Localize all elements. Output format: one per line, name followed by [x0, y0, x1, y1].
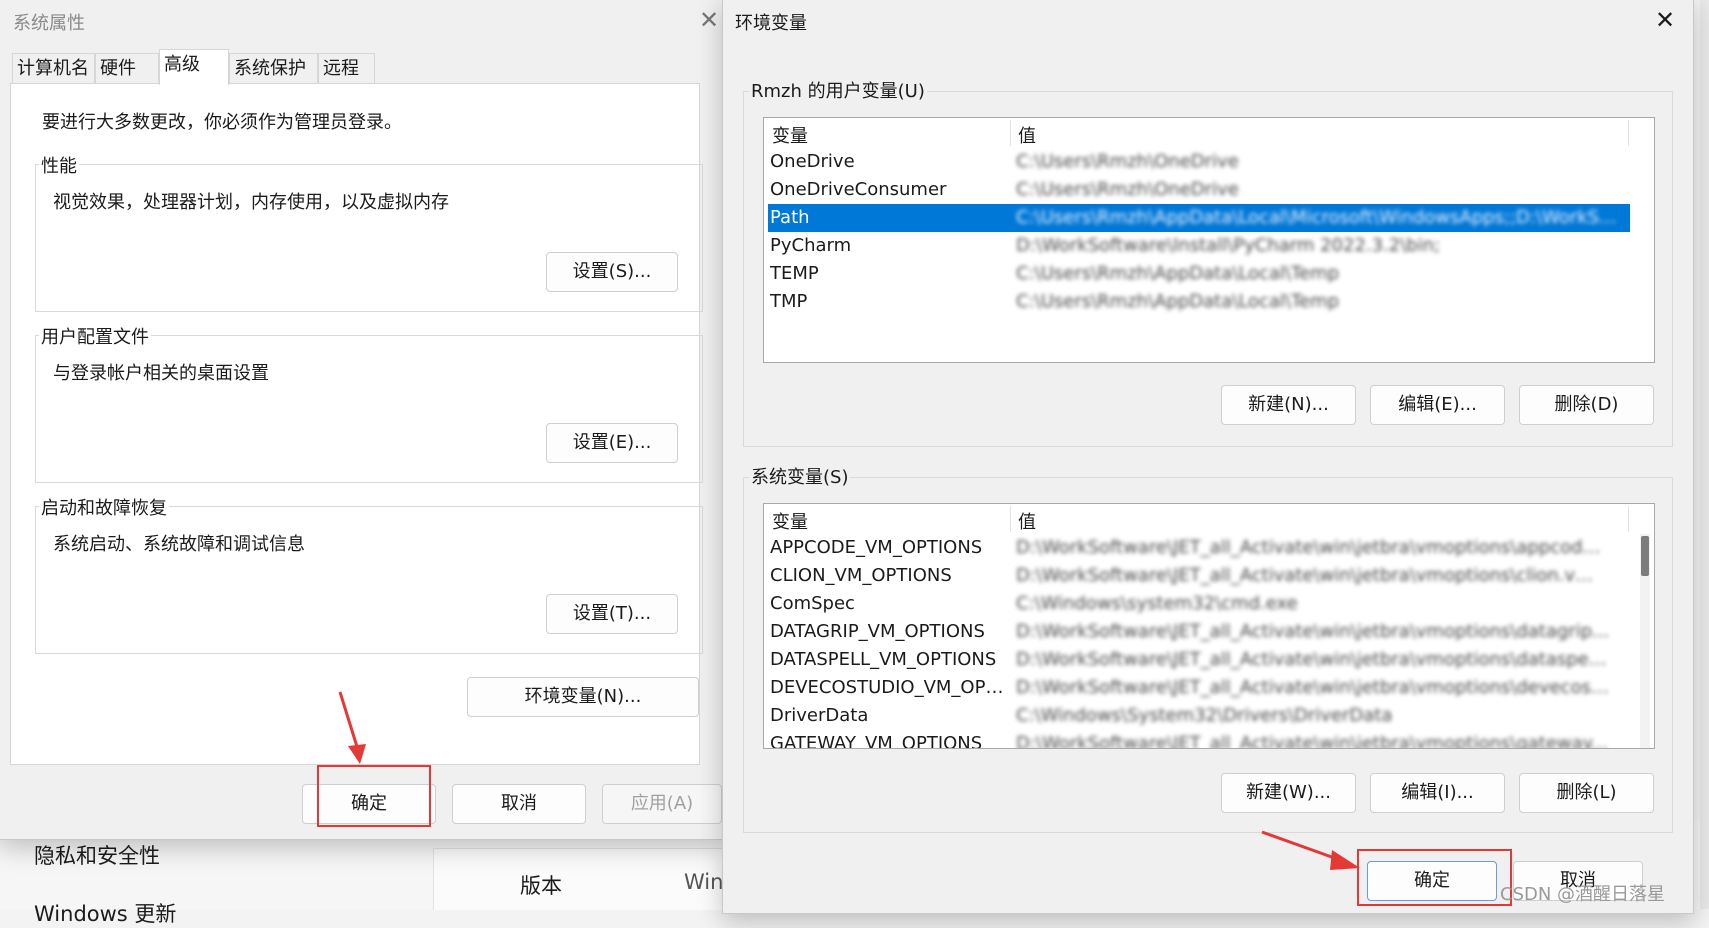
variable-value: C:\Users\Rmzh\AppData\Local\Temp [1016, 291, 1340, 312]
startup-recovery-settings-button[interactable]: 设置(T)... [546, 594, 678, 634]
advanced-tab-page: 要进行大多数更改，你必须作为管理员登录。 性能 视觉效果，处理器计划，内存使用，… [10, 83, 703, 765]
table-row[interactable]: DATASPELL_VM_OPTIONS D:\WorkSoftware\JET… [768, 646, 1630, 674]
system-edit-button[interactable]: 编辑(I)... [1370, 773, 1505, 813]
user-profiles-label: 用户配置文件 [39, 323, 151, 349]
window-title: 环境变量 [735, 13, 807, 34]
table-row[interactable]: OneDriveConsumer C:\Users\Rmzh\OneDrive [768, 176, 1630, 204]
variable-value: D:\WorkSoftware\JET_all_Activate\win\jet… [1016, 565, 1610, 586]
tab-remote[interactable]: 远程 [318, 53, 375, 83]
variable-value: D:\WorkSoftware\JET_all_Activate\win\jet… [1016, 649, 1610, 670]
ok-button-highlight [317, 765, 431, 827]
table-row[interactable]: ComSpec C:\Windows\system32\cmd.exe [768, 590, 1630, 618]
settings-item-windows-update[interactable]: Windows 更新 [34, 898, 176, 928]
table-row[interactable]: DriverData C:\Windows\System32\Drivers\D… [768, 702, 1630, 730]
user-profiles-description: 与登录帐户相关的桌面设置 [53, 363, 269, 384]
tab-computer-name[interactable]: 计算机名 [12, 53, 95, 83]
window-title: 系统属性 [13, 13, 85, 34]
variable-name: OneDriveConsumer [770, 179, 947, 200]
user-variables-list[interactable]: 变量 值 OneDrive C:\Users\Rmzh\OneDrive One… [763, 117, 1655, 363]
variable-name: DATAGRIP_VM_OPTIONS [770, 621, 985, 642]
table-row[interactable]: TEMP C:\Users\Rmzh\AppData\Local\Temp [768, 260, 1630, 288]
tab-advanced[interactable]: 高级 [159, 49, 229, 85]
variable-value: D:\WorkSoftware\JET_all_Activate\win\jet… [1016, 621, 1610, 642]
variable-value: C:\Windows\System32\Drivers\DriverData [1016, 705, 1393, 726]
variable-value: C:\Users\Rmzh\OneDrive [1016, 151, 1239, 172]
variable-name: Path [770, 207, 810, 228]
table-row[interactable]: DEVECOSTUDIO_VM_OPTIO... D:\WorkSoftware… [768, 674, 1630, 702]
system-new-button[interactable]: 新建(W)... [1221, 773, 1356, 813]
settings-item-privacy[interactable]: 隐私和安全性 [34, 840, 160, 870]
table-row[interactable]: GATEWAY_VM_OPTIONS D:\WorkSoftware\JET_a… [768, 730, 1630, 749]
startup-recovery-description: 系统启动、系统故障和调试信息 [53, 534, 305, 555]
list-header: 变量 值 [764, 504, 1654, 534]
performance-description: 视觉效果，处理器计划，内存使用，以及虚拟内存 [53, 192, 449, 213]
performance-label: 性能 [39, 152, 79, 178]
environment-variables-button[interactable]: 环境变量(N)... [467, 677, 699, 717]
variable-name: TMP [770, 291, 808, 312]
user-delete-button[interactable]: 删除(D) [1519, 385, 1654, 425]
system-delete-button[interactable]: 删除(L) [1519, 773, 1654, 813]
variable-value: D:\WorkSoftware\JET_all_Activate\win\jet… [1016, 537, 1610, 558]
system-variables-label: 系统变量(S) [749, 463, 851, 489]
variable-name: OneDrive [770, 151, 855, 172]
variable-name: GATEWAY_VM_OPTIONS [770, 733, 983, 749]
table-row[interactable]: TMP C:\Users\Rmzh\AppData\Local\Temp [768, 288, 1630, 316]
table-row[interactable]: OneDrive C:\Users\Rmzh\OneDrive [768, 148, 1630, 176]
watermark: CSDN @酒醒日落星 [1500, 884, 1666, 905]
variable-name: TEMP [770, 263, 819, 284]
cancel-button[interactable]: 取消 [452, 784, 586, 824]
environment-variables-window: 环境变量 ✕ Rmzh 的用户变量(U) 变量 值 OneDrive C:\Us… [722, 0, 1694, 914]
variable-name: CLION_VM_OPTIONS [770, 565, 952, 586]
variable-name: ComSpec [770, 593, 855, 614]
variable-value: C:\Users\Rmzh\OneDrive [1016, 179, 1239, 200]
startup-recovery-label: 启动和故障恢复 [39, 494, 169, 520]
variable-name: DATASPELL_VM_OPTIONS [770, 649, 997, 670]
column-header-value[interactable]: 值 [1018, 122, 1036, 148]
version-label: 版本 [520, 874, 562, 898]
variable-name: PyCharm [770, 235, 852, 256]
user-profiles-settings-button[interactable]: 设置(E)... [546, 423, 678, 463]
vertical-scrollbar[interactable] [1640, 534, 1650, 748]
column-separator [1010, 506, 1011, 532]
table-row-selected[interactable]: Path C:\Users\Rmzh\AppData\Local\Microso… [768, 204, 1630, 232]
variable-value: D:\WorkSoftware\JET_all_Activate\win\jet… [1016, 677, 1610, 698]
performance-settings-button[interactable]: 设置(S)... [546, 252, 678, 292]
ok-button-highlight [1357, 849, 1512, 906]
variable-value: D:\WorkSoftware\JET_all_Activate\win\jet… [1016, 733, 1608, 749]
close-icon[interactable]: ✕ [699, 7, 719, 33]
variable-name: APPCODE_VM_OPTIONS [770, 537, 983, 558]
tab-hardware[interactable]: 硬件 [95, 53, 159, 83]
column-separator [1628, 506, 1629, 532]
column-header-variable[interactable]: 变量 [772, 508, 808, 534]
table-row[interactable]: PyCharm D:\WorkSoftware\Install\PyCharm … [768, 232, 1630, 260]
pointer-arrow-icon [338, 691, 366, 764]
variable-value: C:\Users\Rmzh\AppData\Local\Temp [1016, 263, 1340, 284]
variable-name: DEVECOSTUDIO_VM_OPTIO... [770, 677, 1010, 698]
user-new-button[interactable]: 新建(N)... [1221, 385, 1356, 425]
column-header-variable[interactable]: 变量 [772, 122, 808, 148]
variable-value: C:\Users\Rmzh\AppData\Local\Microsoft\Wi… [1016, 207, 1617, 228]
column-separator [1010, 120, 1011, 146]
variable-value: D:\WorkSoftware\Install\PyCharm 2022.3.2… [1016, 235, 1441, 256]
column-separator [1628, 120, 1629, 146]
variable-name: DriverData [770, 705, 869, 726]
variable-value: C:\Windows\system32\cmd.exe [1016, 593, 1298, 614]
windows-label: Win [684, 870, 724, 894]
column-header-value[interactable]: 值 [1018, 508, 1036, 534]
close-icon[interactable]: ✕ [1649, 7, 1681, 33]
admin-notice: 要进行大多数更改，你必须作为管理员登录。 [42, 112, 402, 133]
pointer-arrow-icon [1261, 830, 1360, 870]
tab-system-protection[interactable]: 系统保护 [229, 53, 318, 83]
background-window-edge [1700, 0, 1709, 909]
table-row[interactable]: DATAGRIP_VM_OPTIONS D:\WorkSoftware\JET_… [768, 618, 1630, 646]
scrollbar-thumb[interactable] [1641, 536, 1649, 576]
system-variables-list[interactable]: 变量 值 APPCODE_VM_OPTIONS D:\WorkSoftware\… [763, 503, 1655, 749]
user-edit-button[interactable]: 编辑(E)... [1370, 385, 1505, 425]
table-row[interactable]: APPCODE_VM_OPTIONS D:\WorkSoftware\JET_a… [768, 534, 1630, 562]
list-header: 变量 值 [764, 118, 1654, 148]
user-variables-label: Rmzh 的用户变量(U) [749, 77, 927, 103]
apply-button[interactable]: 应用(A) [602, 784, 722, 824]
table-row[interactable]: CLION_VM_OPTIONS D:\WorkSoftware\JET_all… [768, 562, 1630, 590]
